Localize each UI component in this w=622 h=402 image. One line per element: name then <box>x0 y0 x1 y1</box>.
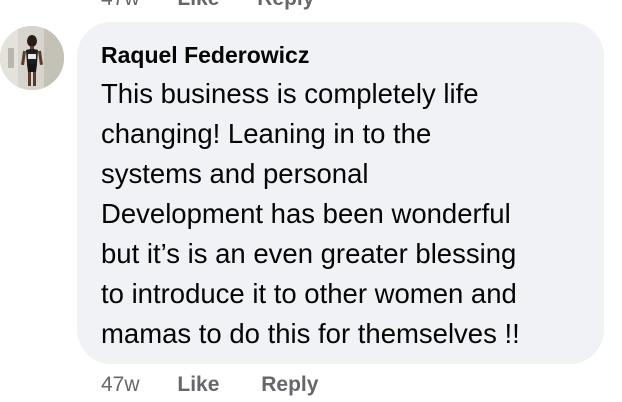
comment-thread: 47w Like Reply Raquel Federowicz This bu… <box>0 0 622 402</box>
comment-text-line: changing! Leaning in to the <box>101 118 432 149</box>
previous-comment-actions: 47w Like Reply <box>101 0 346 10</box>
avatar[interactable] <box>0 26 64 90</box>
comment-text-line: Development has been wonderful <box>101 198 511 229</box>
avatar-photo <box>0 26 64 90</box>
previous-comment-reply-button[interactable]: Reply <box>257 0 314 10</box>
comment-text-line: This business is completely life <box>101 78 479 109</box>
comment-text-line: to introduce it to other women and <box>101 278 517 309</box>
comment-actions: 47w Like Reply <box>101 370 354 400</box>
comment-text-line: mamas to do this for themselves !! <box>101 318 520 349</box>
previous-comment-timestamp[interactable]: 47w <box>101 0 140 10</box>
reply-button[interactable]: Reply <box>261 373 318 396</box>
comment-author-name[interactable]: Raquel Federowicz <box>101 40 584 70</box>
comment-text: This business is completely life changin… <box>101 74 584 354</box>
comment-text-line: but it’s is an even greater blessing <box>101 238 517 269</box>
comment-timestamp[interactable]: 47w <box>101 373 140 396</box>
like-button[interactable]: Like <box>177 373 219 396</box>
comment-bubble: Raquel Federowicz This business is compl… <box>77 22 604 364</box>
previous-comment-like-button[interactable]: Like <box>177 0 219 10</box>
comment-text-line: systems and personal <box>101 158 369 189</box>
